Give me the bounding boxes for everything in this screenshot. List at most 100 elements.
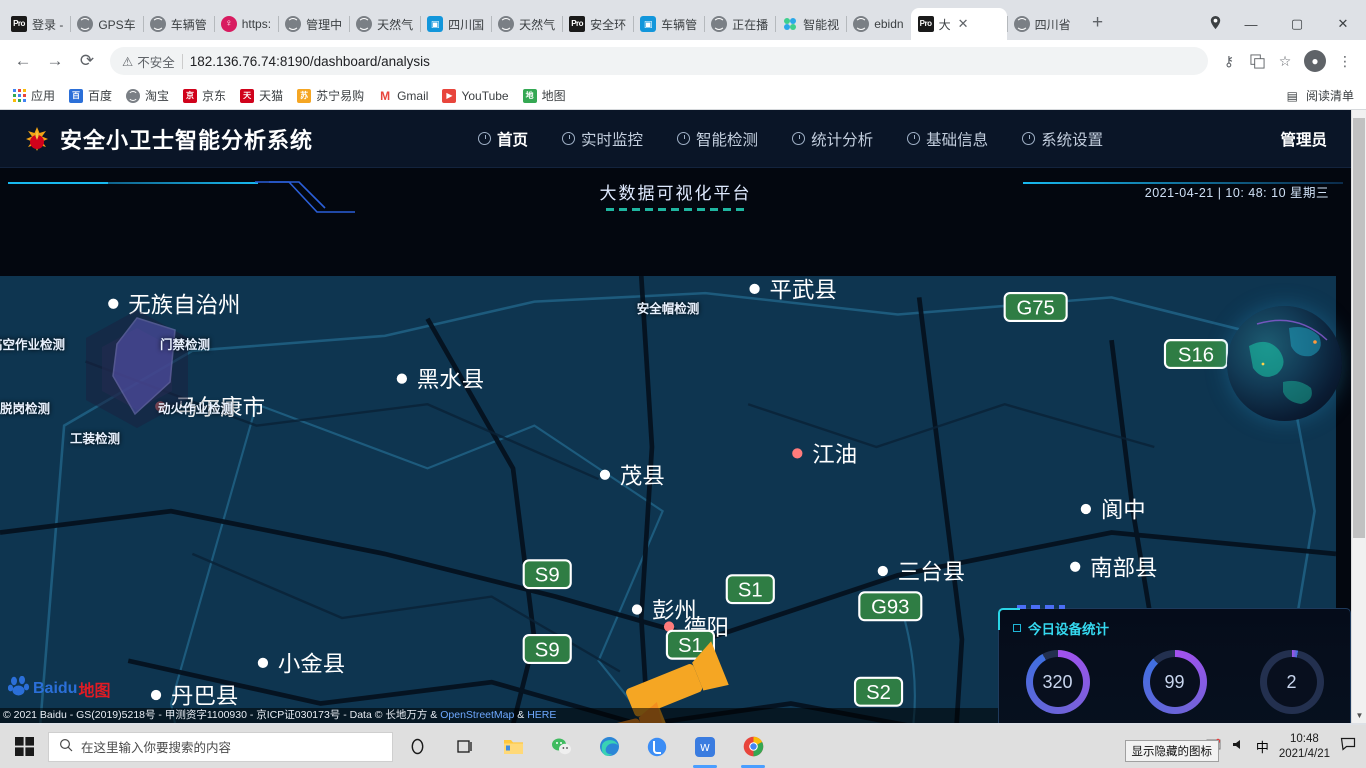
bookmark-item[interactable]: 苏苏宁易购	[297, 87, 364, 104]
wechat-icon[interactable]	[537, 725, 585, 768]
profile-pin-icon[interactable]	[1202, 9, 1228, 35]
device-stat-label: 摄像头总数	[1026, 721, 1090, 723]
maximize-button[interactable]: ▢	[1274, 8, 1320, 40]
browser-tab[interactable]: 智能视	[775, 8, 846, 40]
nav-item-基础信息[interactable]: 基础信息	[907, 128, 988, 150]
osm-link[interactable]: OpenStreetMap	[440, 709, 514, 721]
reading-list-label[interactable]: 阅读清单	[1306, 87, 1354, 104]
site-favicon-icon: ▣	[640, 16, 657, 32]
web-page: 安全小卫士智能分析系统 首页 实时监控 智能检测 统计分析 基础信息 系统设置 管理员 大…	[0, 110, 1366, 723]
tab-label: 安全环	[590, 17, 627, 32]
file-explorer-icon[interactable]	[489, 725, 537, 768]
browser-tab[interactable]: 正在播	[704, 8, 775, 40]
nav-item-首页[interactable]: 首页	[478, 128, 528, 150]
password-key-icon[interactable]: ⚷	[1216, 48, 1242, 74]
tray-volume-icon[interactable]	[1231, 737, 1246, 757]
browser-tab[interactable]: ▣ 四川国	[420, 8, 491, 40]
panel-title: 今日设备统计	[999, 609, 1350, 638]
bookmark-label: 京东	[202, 89, 227, 103]
clock-date: 2021/4/21	[1278, 747, 1330, 760]
tab-close-icon[interactable]: ✕	[958, 16, 969, 32]
cortana-icon[interactable]	[393, 725, 441, 768]
browser-tab[interactable]: 天然气	[349, 8, 420, 40]
url-text: 182.136.76.74:8190/dashboard/analysis	[189, 53, 430, 69]
tmall-icon: 天	[240, 88, 255, 103]
bookmark-label: Gmail	[397, 88, 429, 103]
browser-tab[interactable]: GPS车	[70, 8, 142, 40]
here-link[interactable]: HERE	[527, 709, 556, 721]
wps-icon[interactable]: W	[681, 725, 729, 768]
suning-icon: 苏	[297, 88, 312, 103]
translate-icon[interactable]	[1244, 48, 1270, 74]
app-icon-blue[interactable]	[633, 725, 681, 768]
start-button[interactable]	[0, 725, 48, 768]
nav-label: 首页	[497, 131, 529, 149]
browser-tab[interactable]: Pro 安全环	[562, 8, 633, 40]
close-window-button[interactable]: ✕	[1320, 8, 1366, 40]
scroll-down-arrow[interactable]: ▼	[1352, 707, 1366, 723]
reload-button[interactable]: ⟳	[72, 46, 102, 76]
tab-label: ebidn	[874, 17, 904, 31]
browser-tab[interactable]: Pro 大 ✕	[910, 8, 1007, 40]
browser-tab[interactable]: 天然气	[491, 8, 562, 40]
bookmark-item[interactable]: ▶ YouTube	[442, 88, 509, 103]
nav-item-统计分析[interactable]: 统计分析	[792, 128, 873, 150]
not-secure-indicator[interactable]: ⚠ 不安全	[122, 52, 175, 71]
donut-value: 2	[1266, 657, 1317, 707]
taskbar-clock[interactable]: 10:48 2021/4/21	[1279, 732, 1330, 762]
chrome-menu-icon[interactable]: ⋮	[1332, 48, 1358, 74]
browser-tab[interactable]: ebidn	[846, 8, 910, 40]
browser-tab[interactable]: ▣ 车辆管	[633, 8, 704, 40]
youtube-icon: ▶	[442, 88, 457, 103]
radar-axis-label: 工装检测	[70, 432, 121, 446]
action-center-icon[interactable]	[1340, 736, 1356, 757]
tab-label: 四川省	[1034, 17, 1071, 32]
bookmarks-bar-right: ▤ 阅读清单	[1287, 87, 1354, 104]
browser-tab[interactable]: ♀ https:	[213, 8, 278, 40]
nav-item-实时监控[interactable]: 实时监控	[562, 128, 643, 150]
reading-list-icon: ▤	[1286, 88, 1298, 103]
map-attribution-text: © 2021 Baidu - GS(2019)5218号 - 甲测资字11009…	[3, 709, 441, 721]
user-label[interactable]: 管理员	[1280, 128, 1327, 150]
pro-favicon-icon: Pro	[11, 16, 27, 32]
baidu-icon: 百	[69, 88, 84, 103]
task-view-icon[interactable]	[441, 725, 489, 768]
globe-favicon-icon	[853, 16, 870, 32]
bookmark-item[interactable]: 应用	[12, 87, 55, 104]
bookmark-item[interactable]: 天天猫	[240, 87, 283, 104]
bookmark-star-icon[interactable]: ☆	[1272, 48, 1298, 74]
scrollbar-thumb[interactable]	[1353, 118, 1365, 538]
tab-label: 天然气	[519, 17, 556, 32]
bookmark-item[interactable]: 京京东	[183, 87, 226, 104]
nav-label: 基础信息	[926, 131, 989, 149]
jd-icon: 京	[183, 88, 198, 103]
bookmark-item[interactable]: 淘宝	[126, 87, 169, 104]
browser-tab[interactable]: 车辆管	[142, 8, 214, 40]
brand-title: 安全小卫士智能分析系统	[60, 128, 314, 154]
nav-item-系统设置[interactable]: 系统设置	[1022, 128, 1103, 150]
profile-avatar[interactable]: ●	[1304, 50, 1326, 72]
bookmark-item[interactable]: 百百度	[69, 87, 112, 104]
bookmark-item[interactable]: M Gmail	[378, 88, 429, 103]
browser-tab[interactable]: 四川省	[1006, 8, 1078, 40]
nav-item-智能检测[interactable]: 智能检测	[677, 128, 758, 150]
back-button[interactable]: ←	[8, 46, 38, 76]
minimize-button[interactable]: —	[1228, 8, 1274, 40]
nav-label: 实时监控	[581, 131, 644, 149]
page-scrollbar[interactable]: ▼	[1351, 110, 1366, 723]
bookmark-label: 淘宝	[145, 89, 170, 103]
globe-favicon-icon	[711, 16, 728, 32]
browser-tab[interactable]: Pro 登录 -	[4, 8, 70, 40]
url-input[interactable]: ⚠ 不安全 182.136.76.74:8190/dashboard/analy…	[110, 47, 1208, 75]
radar-axis-label: 动火作业检测	[158, 402, 234, 416]
edge-icon[interactable]	[585, 725, 633, 768]
chrome-taskbar-icon[interactable]	[729, 725, 777, 768]
browser-tab[interactable]: 管理中	[278, 8, 349, 40]
ime-indicator[interactable]: 中	[1256, 737, 1269, 756]
taskbar-search-input[interactable]: 在这里输入你要搜索的内容	[48, 731, 393, 762]
tab-label: 管理中	[306, 17, 343, 32]
bookmark-item[interactable]: 地地图	[522, 87, 566, 104]
map-label: 丹巴县	[171, 684, 238, 710]
new-tab-button[interactable]: +	[1084, 9, 1112, 37]
forward-button[interactable]: →	[40, 46, 70, 76]
